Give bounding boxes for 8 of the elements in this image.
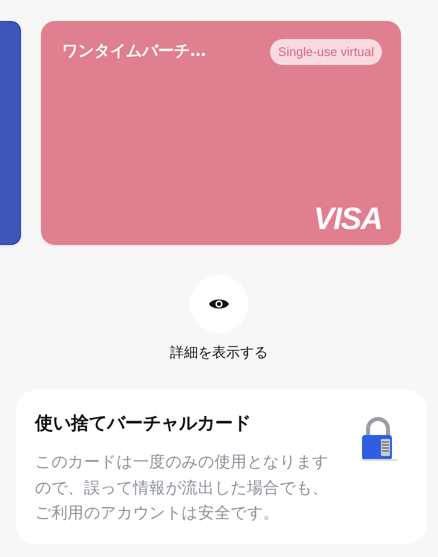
info-description: このカードは一度のみの使用となりますので、誤って情報が流出した場合でも、ご利用のアカウントは安全です。 <box>35 451 330 524</box>
card-name: ワンタイムバーチ… <box>62 40 206 62</box>
info-title: 使い捨てバーチャルカード <box>35 412 252 435</box>
card-type-badge: Single-use virtual <box>270 39 382 65</box>
show-details-label[interactable]: 詳細を表示する <box>170 344 268 362</box>
padlock-icon <box>361 417 397 461</box>
card-brand-logo: VISA <box>314 203 382 235</box>
eye-icon <box>209 298 229 310</box>
